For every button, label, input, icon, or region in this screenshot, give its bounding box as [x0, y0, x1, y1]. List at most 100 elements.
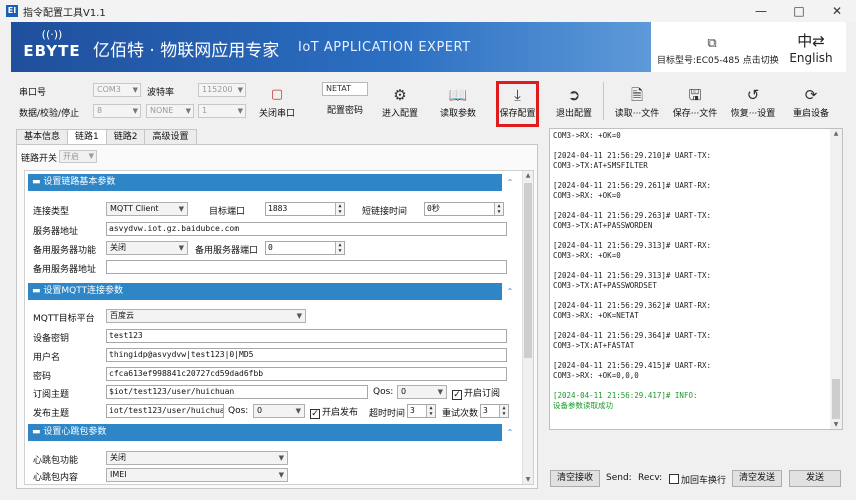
- backup-port-label: 备用服务器端口: [195, 246, 259, 256]
- scroll-down-icon[interactable]: ▼: [523, 476, 533, 483]
- scroll-down-icon[interactable]: ▼: [831, 421, 841, 428]
- section-link-basic[interactable]: ▬ 设置链路基本参数 ⌃: [28, 174, 518, 191]
- title-bar: EI 指令配置工具V1.1 — □ ✕: [0, 0, 856, 22]
- data-bits-select[interactable]: 8 ▼: [93, 104, 141, 118]
- tab-advanced[interactable]: 高级设置: [144, 129, 197, 144]
- minimize-icon[interactable]: —: [742, 0, 780, 22]
- backup-port-input[interactable]: 0 ▲ ▼: [265, 241, 345, 255]
- server-addr-input[interactable]: asvydvw.iot.gz.baidubce.com: [106, 222, 507, 236]
- baud-select[interactable]: 115200 ▼: [198, 83, 246, 97]
- scroll-up-icon[interactable]: ▲: [831, 130, 841, 137]
- restore-icon: ↺: [746, 86, 760, 104]
- conn-type-select[interactable]: MQTT Client ▼: [106, 202, 188, 216]
- link-switch-select[interactable]: 开启 ▼: [59, 150, 97, 163]
- scroll-thumb[interactable]: [524, 183, 532, 358]
- read-params-button[interactable]: 📖 读取参数: [436, 84, 480, 119]
- timeout-input[interactable]: 3 ▲ ▼: [407, 404, 436, 418]
- chevron-down-icon: ▼: [437, 388, 443, 396]
- send-button[interactable]: 发送: [789, 470, 841, 487]
- restore-settings-button[interactable]: ↺ 恢复···设置: [728, 84, 778, 119]
- log-line: COM3->RX: +OK=0: [553, 191, 621, 200]
- sub-enable-checkbox[interactable]: ✓ 开启订阅: [452, 386, 500, 400]
- pub-qos-select[interactable]: 0 ▼: [253, 404, 305, 418]
- password-label: 密码: [33, 372, 52, 382]
- device-key-input[interactable]: test123: [106, 329, 507, 343]
- save-file-button[interactable]: 🖫 保存···文件: [670, 84, 720, 119]
- log-output[interactable]: COM3->RX: +OK=0 [2024-04-11 21:56:29.210]…: [549, 128, 843, 430]
- device-key-label: 设备密钥: [33, 334, 70, 344]
- username-input[interactable]: thingidp@asvydvw|test123|0|MD5: [106, 348, 507, 362]
- parity-select[interactable]: NONE ▼: [146, 104, 194, 118]
- sub-qos-select[interactable]: 0 ▼: [397, 385, 447, 399]
- serial-port-icon: ▢: [270, 87, 284, 102]
- retry-input[interactable]: 3 ▲ ▼: [480, 404, 509, 418]
- spinner-icon[interactable]: ▲ ▼: [335, 242, 344, 254]
- exit-config-button[interactable]: ➲ 退出配置: [552, 84, 596, 119]
- server-addr-label: 服务器地址: [33, 227, 79, 237]
- restart-device-button[interactable]: ⟳ 重启设备: [788, 84, 834, 119]
- language-button[interactable]: 中⇄ English: [781, 30, 841, 65]
- short-conn-label: 短链接时间: [362, 207, 408, 217]
- model-switch-button[interactable]: ⧉ 目标型号:EC05-485 点击切换: [657, 22, 779, 72]
- checkbox-unchecked-icon: [669, 474, 679, 484]
- log-line: [2024-04-11 21:56:29.362]# UART-RX:: [553, 301, 712, 310]
- spinner-icon[interactable]: ▲ ▼: [335, 203, 344, 215]
- hb-func-select[interactable]: 关闭 ▼: [106, 451, 288, 465]
- stop-bits-select[interactable]: 1 ▼: [198, 104, 246, 118]
- spinner-icon[interactable]: ▲ ▼: [426, 405, 435, 417]
- tab-link1[interactable]: 链路1: [67, 129, 107, 145]
- port-select[interactable]: COM3 ▼: [93, 83, 141, 97]
- maximize-icon[interactable]: □: [780, 0, 818, 22]
- chevron-down-icon: ▼: [185, 107, 191, 115]
- log-line: COM3->TX:AT+FASTAT: [553, 341, 635, 350]
- chevron-down-icon: ▼: [278, 471, 284, 479]
- recv-count-label: Recv:: [638, 473, 663, 483]
- close-icon[interactable]: ✕: [818, 0, 856, 22]
- data-format-label: 数据/校验/停止: [19, 109, 80, 119]
- section-heartbeat[interactable]: ▬ 设置心跳包参数 ⌃: [28, 424, 518, 441]
- close-port-button[interactable]: ▢ 关闭串口: [256, 84, 298, 119]
- spinner-icon[interactable]: ▲ ▼: [499, 405, 508, 417]
- log-line: COM3->RX: +OK=0: [553, 251, 621, 260]
- hb-content-select[interactable]: IMEI ▼: [106, 468, 288, 482]
- enter-config-button[interactable]: ⚙ 进入配置: [378, 84, 422, 119]
- target-port-input[interactable]: 1883 ▲ ▼: [265, 202, 345, 216]
- platform-label: MQTT目标平台: [33, 314, 95, 324]
- log-scrollbar[interactable]: ▲ ▼: [830, 129, 842, 429]
- sub-qos-label: Qos:: [373, 387, 394, 397]
- backup-func-select[interactable]: 关闭 ▼: [106, 241, 188, 255]
- tab-link2[interactable]: 链路2: [105, 129, 146, 144]
- log-line: [2024-04-11 21:56:29.364]# UART-TX:: [553, 331, 712, 340]
- section-mqtt[interactable]: ▬ 设置MQTT连接参数 ⌃: [28, 283, 518, 300]
- platform-select[interactable]: 百度云 ▼: [106, 309, 306, 323]
- settings-scrollbar[interactable]: ▲ ▼: [522, 171, 533, 484]
- sub-topic-input[interactable]: $iot/test123/user/huichuan: [106, 385, 368, 399]
- pub-topic-input[interactable]: iot/test123/user/huichuan: [106, 404, 224, 418]
- spinner-icon[interactable]: ▲ ▼: [494, 203, 503, 215]
- crlf-checkbox[interactable]: 加回车换行: [669, 473, 726, 486]
- document-icon: 🗎: [630, 86, 644, 104]
- short-conn-input[interactable]: 0秒 ▲ ▼: [424, 202, 504, 216]
- log-line: COM3->RX: +OK=0: [553, 131, 621, 140]
- sub-topic-label: 订阅主题: [33, 390, 70, 400]
- pub-enable-checkbox[interactable]: ✓ 开启发布: [310, 405, 358, 419]
- config-password-input[interactable]: NETAT: [322, 82, 368, 96]
- window-title: 指令配置工具V1.1: [23, 7, 106, 19]
- scroll-up-icon[interactable]: ▲: [523, 172, 533, 179]
- chevron-down-icon: ▼: [88, 152, 94, 160]
- log-scroll-thumb[interactable]: [832, 379, 840, 419]
- link1-panel: 链路开关 开启 ▼ ▬ 设置链路基本参数 ⌃ 连接类型 MQTT Client ▼ 目…: [16, 144, 538, 489]
- backup-addr-input[interactable]: [106, 260, 507, 274]
- restart-icon: ⟳: [804, 86, 818, 104]
- clear-recv-button[interactable]: 清空接收: [550, 470, 600, 487]
- password-input[interactable]: cfca613ef998841c20727cd59dad6fbb: [106, 367, 507, 381]
- read-file-button[interactable]: 🗎 读取···文件: [612, 84, 662, 119]
- log-line: [2024-04-11 21:56:29.263]# UART-TX:: [553, 211, 712, 220]
- clear-send-button[interactable]: 清空发送: [732, 470, 782, 487]
- log-line: [2024-04-11 21:56:29.417]# INFO:: [553, 391, 698, 400]
- book-icon: 📖: [448, 86, 468, 104]
- language-icon: 中⇄: [797, 32, 825, 50]
- tab-basic-info[interactable]: 基本信息: [16, 129, 69, 144]
